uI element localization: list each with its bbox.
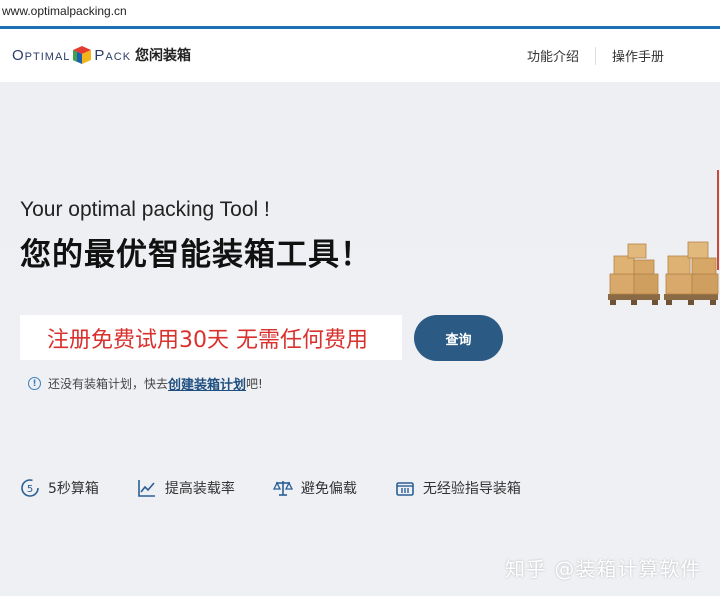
watermark-text: 知乎 @装箱计算软件: [505, 557, 702, 581]
hero-title: 您的最优智能装箱工具！: [20, 237, 372, 273]
nav-item-features[interactable]: 功能介绍: [511, 46, 595, 65]
line-chart-icon: [137, 478, 157, 498]
boxes-on-pallets-illustration: [606, 240, 720, 306]
logo-text-pack: Pack: [94, 46, 132, 64]
hint-line: ! 还没有装箱计划，快去 创建装箱计划 吧!: [28, 374, 263, 393]
top-nav: 功能介绍 操作手册: [511, 29, 720, 82]
feature-label: 无经验指导装箱: [422, 481, 521, 497]
query-button[interactable]: 查询: [414, 315, 503, 361]
logo-cube-icon: [71, 44, 93, 66]
feature-item: 无经验指导装箱: [395, 478, 521, 498]
promo-text: 注册免费试用30天 无需任何费用: [47, 327, 368, 353]
nav-item-manual[interactable]: 操作手册: [596, 46, 720, 65]
svg-text:5: 5: [27, 484, 33, 495]
info-icon: !: [28, 377, 41, 390]
url-text[interactable]: www.optimalpacking.cn: [2, 4, 127, 18]
logo-text-optimal: Optimal: [12, 46, 71, 64]
promo-banner: 注册免费试用30天 无需任何费用: [20, 315, 402, 360]
feature-item: 5 5秒算箱: [20, 478, 99, 498]
feature-label: 提高装载率: [164, 481, 235, 497]
feature-item: 提高装载率: [137, 478, 235, 498]
feature-label: 5秒算箱: [48, 481, 99, 497]
hint-suffix: 吧!: [246, 377, 263, 391]
site-header: Optimal Pack 您闲装箱 功能介绍 操作手册: [0, 29, 720, 82]
create-plan-link[interactable]: 创建装箱计划: [168, 374, 246, 393]
balance-scale-icon: [272, 478, 293, 498]
feature-label: 避免偏载: [300, 481, 357, 497]
feature-list: 5 5秒算箱 提高装载率 避免偏载 无经验指导装箱: [20, 478, 559, 498]
feature-item: 避免偏载: [272, 478, 357, 498]
hint-prefix: 还没有装箱计划，快去: [48, 377, 169, 391]
timer-5-icon: 5: [20, 478, 40, 498]
site-logo[interactable]: Optimal Pack 您闲装箱: [12, 43, 191, 67]
logo-text-cn: 您闲装箱: [135, 48, 192, 64]
hero-subtitle: Your optimal packing Tool !: [20, 198, 270, 221]
browser-address-bar[interactable]: www.optimalpacking.cn: [0, 0, 720, 29]
container-icon: [395, 478, 415, 498]
